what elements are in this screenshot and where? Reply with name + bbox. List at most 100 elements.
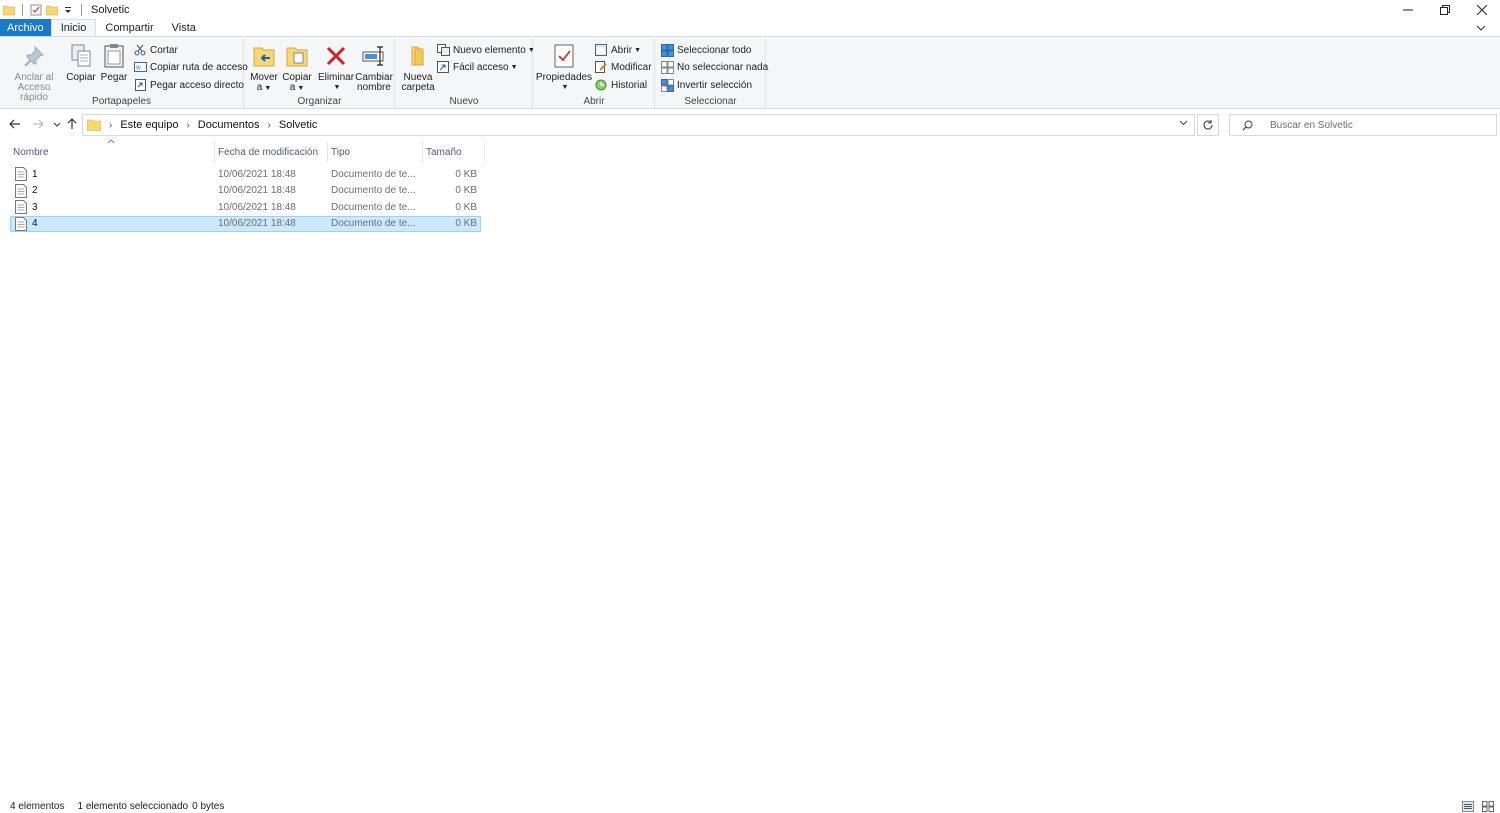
cut-button[interactable]: Cortar xyxy=(133,42,178,58)
svg-text:W: W xyxy=(136,66,141,72)
breadcrumb-separator[interactable]: › xyxy=(109,120,112,131)
recent-locations-button[interactable] xyxy=(49,116,65,132)
column-header-name-label: Nombre xyxy=(13,146,49,158)
text-file-icon xyxy=(15,216,27,231)
restore-button[interactable] xyxy=(1426,0,1463,19)
window-controls xyxy=(1389,0,1500,19)
invert-selection-label: Invertir selección xyxy=(677,79,753,91)
column-header-size[interactable]: Tamaño xyxy=(423,142,485,162)
tab-archivo[interactable]: Archivo xyxy=(0,19,51,36)
forward-button[interactable] xyxy=(30,116,46,132)
back-button[interactable] xyxy=(7,116,23,132)
paste-shortcut-button[interactable]: Pegar acceso directo xyxy=(133,77,244,93)
cut-label: Cortar xyxy=(150,44,178,56)
tab-vista[interactable]: Vista xyxy=(163,19,205,36)
edit-button[interactable]: Modificar xyxy=(594,59,652,75)
breadcrumb-documentos[interactable]: Documentos xyxy=(198,119,260,131)
tab-inicio[interactable]: Inicio xyxy=(50,19,97,36)
copy-to-button[interactable]: Copiar a ▼ xyxy=(282,43,312,94)
file-row[interactable]: 1 10/06/2021 18:48 Documento de te... 0 … xyxy=(10,166,481,183)
file-row-selected[interactable]: 4 10/06/2021 18:48 Documento de te... 0 … xyxy=(10,215,481,232)
file-date: 10/06/2021 18:48 xyxy=(218,218,296,230)
file-type: Documento de te... xyxy=(331,201,416,213)
qat-separator xyxy=(22,3,23,16)
file-list: 1 10/06/2021 18:48 Documento de te... 0 … xyxy=(10,166,481,232)
group-seleccionar: Seleccionar todo No seleccionar nada Inv… xyxy=(656,39,768,109)
file-name: 1 xyxy=(32,168,38,180)
easy-access-icon xyxy=(437,61,449,73)
properties-icon[interactable] xyxy=(30,4,42,16)
file-name-cell: 4 xyxy=(11,216,216,231)
column-header-type[interactable]: Tipo xyxy=(328,142,423,162)
title-bar: Solvetic xyxy=(0,0,1500,19)
breadcrumb-este-equipo[interactable]: Este equipo xyxy=(120,119,178,131)
search-input[interactable] xyxy=(1270,119,1490,131)
details-view-button[interactable] xyxy=(1460,800,1476,813)
edit-label: Modificar xyxy=(611,61,652,73)
arrow-right-icon xyxy=(33,119,44,129)
select-none-label: No seleccionar nada xyxy=(677,61,769,73)
paste-icon xyxy=(104,44,124,68)
minimize-icon xyxy=(1402,9,1413,10)
new-folder-icon[interactable] xyxy=(46,4,58,16)
text-file-icon xyxy=(15,167,27,182)
column-header-date[interactable]: Fecha de modificación xyxy=(215,142,328,162)
history-label: Historial xyxy=(611,79,648,91)
paste-shortcut-icon xyxy=(134,79,146,91)
paste-label: Pegar xyxy=(100,72,128,83)
new-item-button[interactable]: Nuevo elemento ▼ xyxy=(436,42,535,58)
customize-qat-icon[interactable] xyxy=(62,4,74,16)
copy-button[interactable]: Copiar xyxy=(66,43,96,83)
invert-selection-button[interactable]: Invertir selección xyxy=(660,77,752,93)
close-button[interactable] xyxy=(1463,0,1500,19)
properties-label: Propiedades xyxy=(535,72,593,83)
column-header-name[interactable]: Nombre xyxy=(10,139,215,162)
group-organizar: Mover a ▼ Copiar a ▼ Eliminar ▼ Cambiar no… xyxy=(245,39,395,109)
group-label-portapapeles: Portapapeles xyxy=(92,96,151,107)
select-all-button[interactable]: Seleccionar todo xyxy=(660,42,752,58)
paste-button[interactable]: Pegar xyxy=(100,43,128,83)
file-row[interactable]: 2 10/06/2021 18:48 Documento de te... 0 … xyxy=(10,183,481,200)
refresh-button[interactable] xyxy=(1197,114,1219,136)
large-icons-view-button[interactable] xyxy=(1480,800,1496,813)
easy-access-button[interactable]: Fácil acceso ▼ xyxy=(436,59,518,75)
view-switcher xyxy=(1460,800,1496,813)
copy-path-button[interactable]: W Copiar ruta de acceso xyxy=(133,59,248,75)
chevron-up-icon xyxy=(107,139,115,144)
new-folder-icon xyxy=(411,46,424,66)
rename-icon xyxy=(362,46,384,66)
rename-button[interactable]: Cambiar nombre xyxy=(355,43,393,93)
file-size: 0 KB xyxy=(455,185,477,197)
open-button[interactable]: Abrir ▼ xyxy=(594,42,641,58)
minimize-button[interactable] xyxy=(1389,0,1426,19)
breadcrumb-solvetic[interactable]: Solvetic xyxy=(279,119,318,131)
history-button[interactable]: Historial xyxy=(594,77,647,93)
scissors-icon xyxy=(134,44,146,56)
new-folder-button[interactable]: Nueva carpeta xyxy=(400,43,436,93)
up-button[interactable] xyxy=(64,116,80,132)
folder-icon xyxy=(87,119,101,131)
search-icon xyxy=(1242,120,1252,130)
properties-button[interactable]: Propiedades ▼ xyxy=(535,43,593,93)
status-bytes: 0 bytes xyxy=(192,800,225,812)
properties-caret: ▼ xyxy=(561,84,569,91)
tab-compartir[interactable]: Compartir xyxy=(96,19,162,36)
pin-quick-access-button[interactable]: Anclar al Acceso rápido xyxy=(4,43,64,103)
column-headers: Nombre Fecha de modificación Tipo Tamaño xyxy=(10,139,485,162)
ribbon-expand-button[interactable] xyxy=(1474,21,1488,35)
breadcrumb-separator[interactable]: › xyxy=(268,120,271,131)
address-bar[interactable]: › Este equipo › Documentos › Solvetic xyxy=(82,114,1195,136)
new-item-icon xyxy=(436,44,450,56)
delete-button[interactable]: Eliminar ▼ xyxy=(318,43,354,93)
breadcrumb-separator[interactable]: › xyxy=(186,120,189,131)
group-label-seleccionar: Seleccionar xyxy=(684,96,737,107)
move-to-label-2: a ▼ xyxy=(256,82,272,93)
move-to-icon xyxy=(253,47,275,67)
file-size: 0 KB xyxy=(455,201,477,213)
search-box[interactable] xyxy=(1229,114,1497,136)
file-size: 0 KB xyxy=(455,168,477,180)
select-none-button[interactable]: No seleccionar nada xyxy=(660,59,768,75)
file-row[interactable]: 3 10/06/2021 18:48 Documento de te... 0 … xyxy=(10,199,481,216)
address-history-button[interactable] xyxy=(1179,118,1188,129)
move-to-button[interactable]: Mover a ▼ xyxy=(249,43,279,94)
